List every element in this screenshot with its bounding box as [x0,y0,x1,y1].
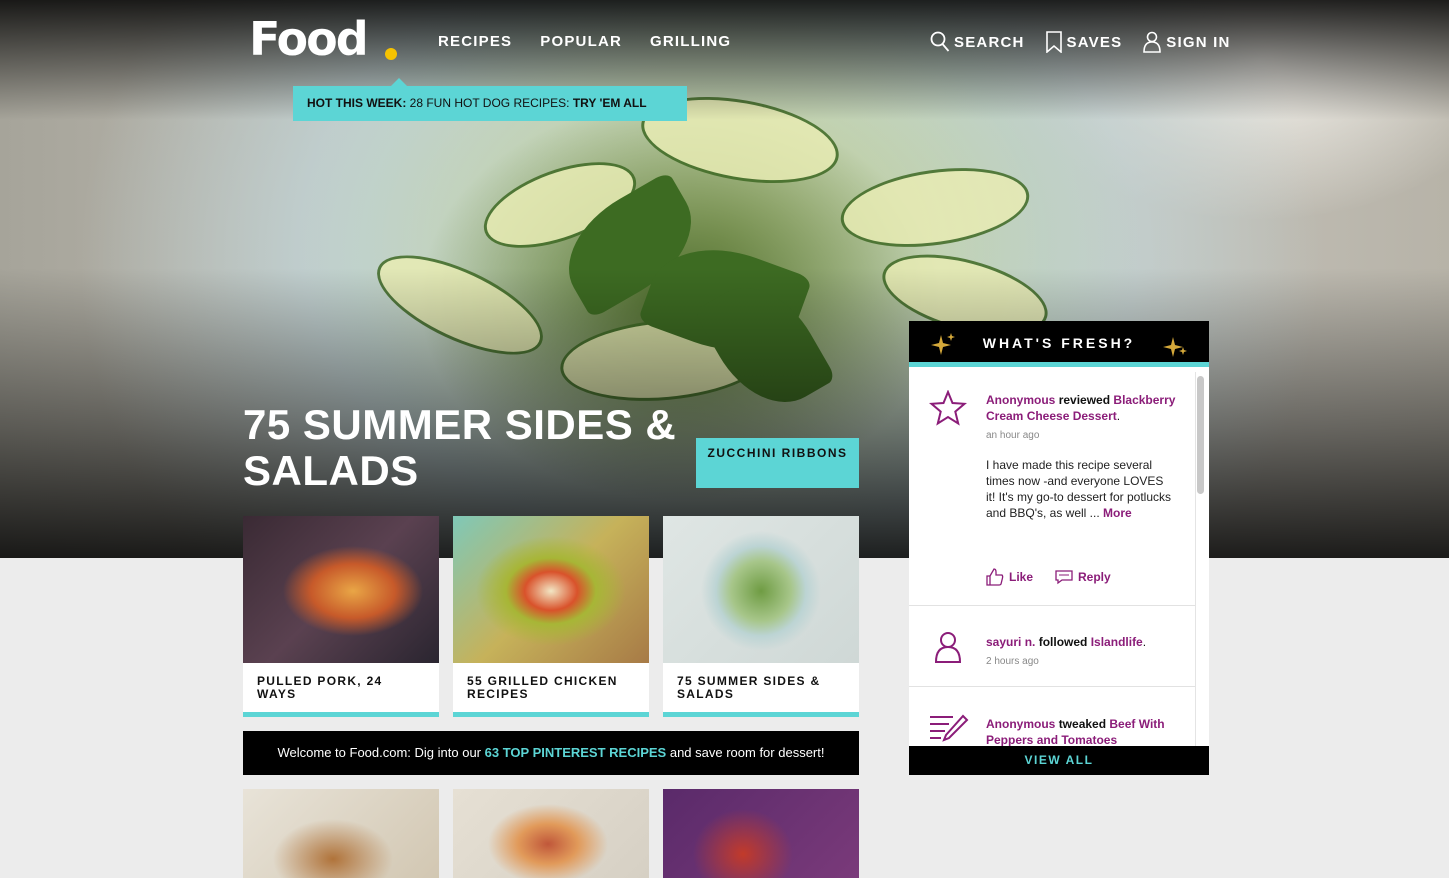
logo-dot [385,48,397,60]
activity-time: an hour ago [986,430,1040,441]
food-logo[interactable]: Food [249,12,369,66]
reply-label: Reply [1078,570,1111,584]
activity-user[interactable]: Anonymous [986,717,1055,731]
card-caption: 55 GRILLED CHICKEN RECIPES [467,673,618,701]
activity-item: Anonymous reviewed Blackberry Cream Chee… [909,372,1195,606]
search-label: SEARCH [954,33,1025,51]
hot-text: 28 FUN HOT DOG RECIPES: [409,96,570,110]
card-drinks[interactable] [663,789,859,878]
activity-text: sayuri n. followed Islandlife. 2 hours a… [986,634,1176,670]
feed-scrollbar[interactable] [1197,376,1204,494]
activity-feed[interactable]: Anonymous reviewed Blackberry Cream Chee… [909,372,1209,746]
card-wrap[interactable] [453,789,649,878]
search-icon [930,31,950,52]
hot-this-week-banner[interactable]: HOT THIS WEEK: 28 FUN HOT DOG RECIPES: T… [293,78,687,121]
card-grilled-chicken[interactable]: 55 GRILLED CHICKEN RECIPES [453,516,649,717]
hot-cta[interactable]: TRY 'EM ALL [573,96,647,110]
utility-nav: SEARCH SAVES SIGN IN [930,31,1231,53]
hot-label: HOT THIS WEEK: [307,96,407,110]
card-bread[interactable] [243,789,439,878]
user-icon [1143,31,1162,53]
welcome-text-after: and save room for dessert! [669,745,825,760]
activity-user[interactable]: Anonymous [986,393,1055,407]
activity-action: reviewed [1058,393,1111,407]
whats-fresh-title: WHAT'S FRESH? [982,335,1136,351]
activity-actions: Like Reply [986,568,1111,586]
sparkle-icon [1163,337,1187,357]
activity-user[interactable]: sayuri n. [986,635,1035,649]
reply-icon [1055,570,1073,585]
nav-recipes[interactable]: RECIPES [438,33,512,50]
reply-button[interactable]: Reply [1055,568,1111,586]
signin-label: SIGN IN [1166,33,1231,51]
user-icon [934,632,962,663]
whats-fresh-panel: WHAT'S FRESH? Anonymous reviewed Blackbe… [909,321,1209,775]
card-image [453,516,649,663]
activity-text: Anonymous tweaked Beef With Peppers and … [986,716,1176,746]
whats-fresh-header: WHAT'S FRESH? [909,321,1209,367]
card-image [243,516,439,663]
activity-text: Anonymous reviewed Blackberry Cream Chee… [986,393,1176,521]
search-button[interactable]: SEARCH [930,31,1025,53]
pinterest-recipes-link[interactable]: 63 TOP PINTEREST RECIPES [485,745,667,760]
activity-action: tweaked [1058,717,1107,731]
saves-label: SAVES [1066,33,1123,51]
bookmark-icon [1045,31,1062,53]
sparkle-icon [931,333,955,355]
main-nav: RECIPES POPULAR GRILLING [438,33,731,50]
hero-title[interactable]: 75 SUMMER SIDES & SALADS [243,402,693,494]
like-button[interactable]: Like [986,568,1033,586]
star-icon [929,390,967,426]
activity-target[interactable]: Islandlife [1091,635,1143,649]
activity-item: Anonymous tweaked Beef With Peppers and … [909,687,1195,746]
like-label: Like [1009,570,1034,584]
review-body: I have made this recipe several times no… [986,458,1172,520]
card-caption: PULLED PORK, 24 WAYS [257,673,383,701]
review-text: I have made this recipe several times no… [986,457,1176,521]
welcome-text: Welcome to Food.com: Dig into our [277,745,482,760]
card-image [663,516,859,663]
zucchini-ribbon [835,157,1035,258]
activity-action: followed [1038,635,1088,649]
view-all-button[interactable]: VIEW ALL [909,746,1209,775]
zucchini-ribbons-button[interactable]: ZUCCHINI RIBBONS [696,438,859,488]
nav-popular[interactable]: POPULAR [540,33,622,50]
signin-button[interactable]: SIGN IN [1142,31,1230,53]
welcome-banner: Welcome to Food.com: Dig into our 63 TOP… [243,731,859,775]
nav-grilling[interactable]: GRILLING [650,33,731,50]
card-pulled-pork[interactable]: PULLED PORK, 24 WAYS [243,516,439,717]
activity-time: 2 hours ago [986,656,1039,667]
more-link[interactable]: More [1103,506,1132,520]
thumbs-up-icon [986,568,1004,586]
saves-button[interactable]: SAVES [1045,31,1123,53]
card-caption: 75 SUMMER SIDES & SALADS [677,673,821,701]
edit-recipe-icon [930,714,969,742]
activity-item: sayuri n. followed Islandlife. 2 hours a… [909,606,1195,687]
card-summer-sides[interactable]: 75 SUMMER SIDES & SALADS [663,516,859,717]
